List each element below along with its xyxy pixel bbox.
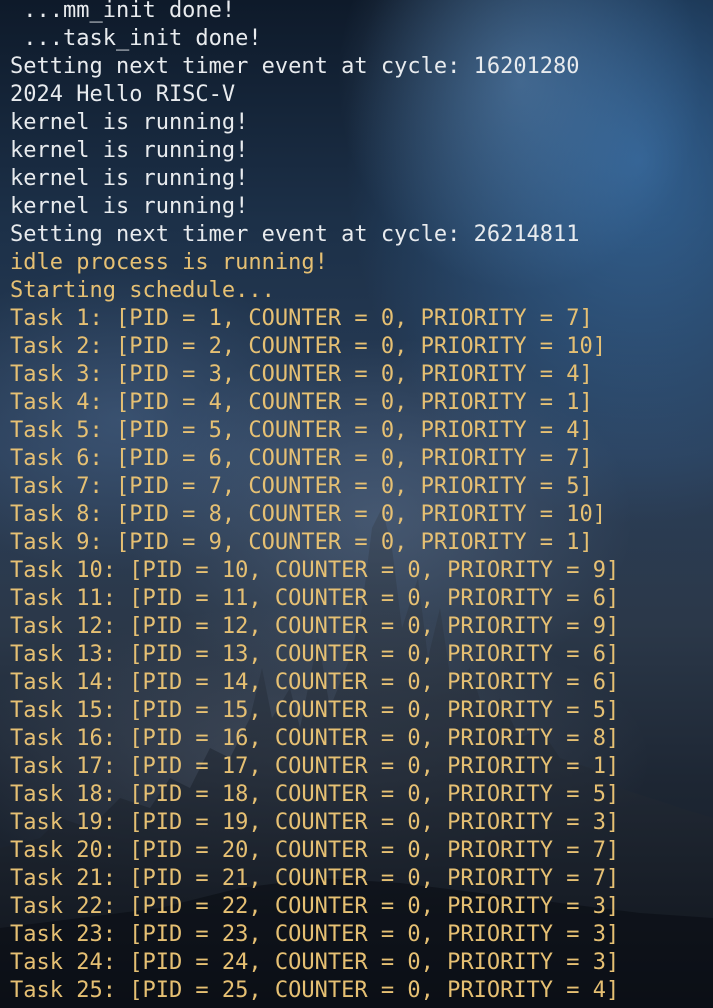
terminal-line: Task 23: [PID = 23, COUNTER = 0, PRIORIT… <box>10 922 620 947</box>
terminal-line: Setting next timer event at cycle: 26214… <box>10 222 580 247</box>
terminal-line: Task 3: [PID = 3, COUNTER = 0, PRIORITY … <box>10 362 593 387</box>
terminal-line: kernel is running! <box>10 194 249 219</box>
terminal-line: Task 2: [PID = 2, COUNTER = 0, PRIORITY … <box>10 334 607 359</box>
terminal-line: Task 18: [PID = 18, COUNTER = 0, PRIORIT… <box>10 782 620 807</box>
terminal-line: Task 16: [PID = 16, COUNTER = 0, PRIORIT… <box>10 726 620 751</box>
terminal-line: Task 5: [PID = 5, COUNTER = 0, PRIORITY … <box>10 418 593 443</box>
terminal-line: ...task_init done! <box>10 26 262 51</box>
terminal-line: Task 14: [PID = 14, COUNTER = 0, PRIORIT… <box>10 670 620 695</box>
terminal-line: Task 25: [PID = 25, COUNTER = 0, PRIORIT… <box>10 978 620 1003</box>
terminal-line: Task 11: [PID = 11, COUNTER = 0, PRIORIT… <box>10 586 620 611</box>
terminal-line: Starting schedule... <box>10 278 275 303</box>
terminal-line: Task 20: [PID = 20, COUNTER = 0, PRIORIT… <box>10 838 620 863</box>
terminal-line: Task 24: [PID = 24, COUNTER = 0, PRIORIT… <box>10 950 620 975</box>
terminal-line: Setting next timer event at cycle: 16201… <box>10 54 580 79</box>
terminal-line: Task 12: [PID = 12, COUNTER = 0, PRIORIT… <box>10 614 620 639</box>
terminal-line: Task 19: [PID = 19, COUNTER = 0, PRIORIT… <box>10 810 620 835</box>
terminal-line: 2024 Hello RISC-V <box>10 82 236 107</box>
terminal-line: Task 15: [PID = 15, COUNTER = 0, PRIORIT… <box>10 698 620 723</box>
terminal-line: Task 10: [PID = 10, COUNTER = 0, PRIORIT… <box>10 558 620 583</box>
terminal-output[interactable]: ...mm_init done! ...task_init done! Setti… <box>10 0 710 1005</box>
terminal-line: Task 8: [PID = 8, COUNTER = 0, PRIORITY … <box>10 502 607 527</box>
terminal-line: idle process is running! <box>10 250 328 275</box>
terminal-line: Task 7: [PID = 7, COUNTER = 0, PRIORITY … <box>10 474 593 499</box>
terminal-line: kernel is running! <box>10 110 249 135</box>
terminal-line: Task 4: [PID = 4, COUNTER = 0, PRIORITY … <box>10 390 593 415</box>
terminal-line: Task 21: [PID = 21, COUNTER = 0, PRIORIT… <box>10 866 620 891</box>
terminal-line: Task 6: [PID = 6, COUNTER = 0, PRIORITY … <box>10 446 593 471</box>
terminal-line: kernel is running! <box>10 138 249 163</box>
terminal-line: kernel is running! <box>10 166 249 191</box>
terminal-line: ...mm_init done! <box>10 0 236 23</box>
terminal-line: Task 17: [PID = 17, COUNTER = 0, PRIORIT… <box>10 754 620 779</box>
terminal-line: Task 22: [PID = 22, COUNTER = 0, PRIORIT… <box>10 894 620 919</box>
terminal-line: Task 9: [PID = 9, COUNTER = 0, PRIORITY … <box>10 530 593 555</box>
terminal-line: Task 1: [PID = 1, COUNTER = 0, PRIORITY … <box>10 306 593 331</box>
terminal-line: Task 13: [PID = 13, COUNTER = 0, PRIORIT… <box>10 642 620 667</box>
